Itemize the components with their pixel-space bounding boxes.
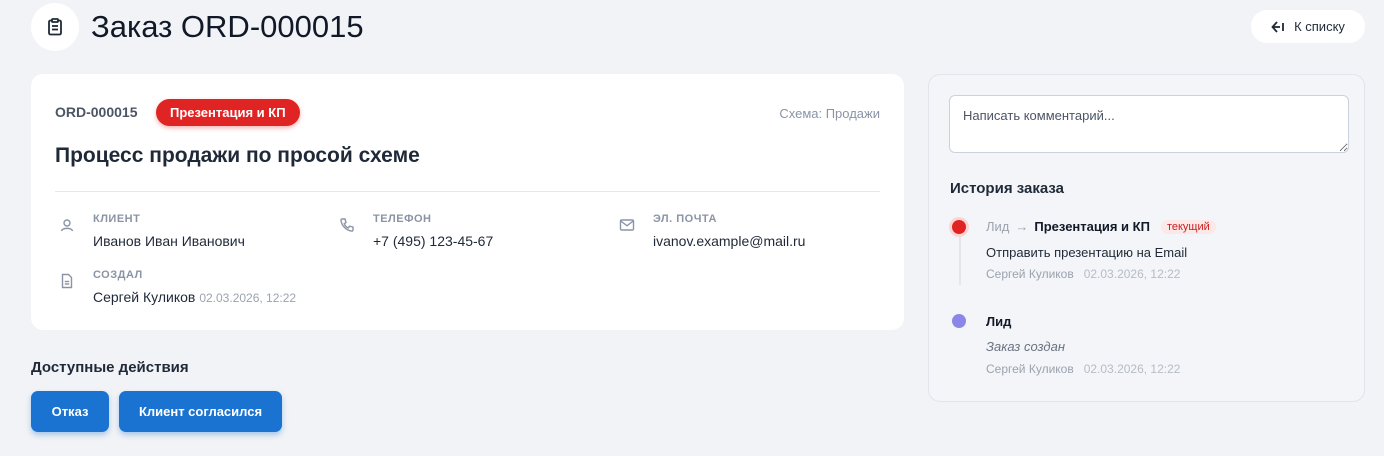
back-button-label: К списку: [1294, 19, 1345, 34]
client-value: Иванов Иван Иванович: [93, 233, 245, 249]
event-from-status: Лид: [986, 219, 1010, 234]
creator-name: Сергей Куликов: [93, 289, 196, 305]
mail-icon: [619, 219, 635, 231]
creator-label: СОЗДАЛ: [93, 269, 143, 281]
current-status-dot: [949, 217, 969, 237]
history-title: История заказа: [950, 180, 1064, 197]
order-card: ORD-000015 Презентация и КП Схема: Прода…: [31, 74, 904, 330]
email-value: ivanov.example@mail.ru: [653, 233, 806, 249]
actions-title: Доступные действия: [31, 359, 189, 376]
page-title: Заказ ORD-000015: [91, 9, 364, 44]
event-text: Отправить презентацию на Email: [986, 245, 1188, 260]
phone-label: ТЕЛЕФОН: [373, 213, 432, 225]
phone-value: +7 (495) 123-45-67: [373, 233, 494, 249]
comment-input[interactable]: [949, 95, 1349, 153]
lead-status-dot: [952, 314, 966, 328]
event-author: Сергей Куликов: [986, 267, 1074, 281]
client-label: КЛИЕНТ: [93, 213, 141, 225]
event-meta: Сергей Куликов 02.03.2026, 12:22: [986, 362, 1180, 376]
event-date: 02.03.2026, 12:22: [1083, 267, 1181, 281]
reject-button[interactable]: Отказ: [31, 391, 109, 432]
event-header: Лид → Презентация и КП текущий: [986, 219, 1216, 234]
creator-value: Сергей Куликов 02.03.2026, 12:22: [93, 289, 296, 305]
event-to-status: Презентация и КП: [1034, 219, 1150, 234]
event-meta: Сергей Куликов 02.03.2026, 12:22: [986, 267, 1180, 281]
status-badge: Презентация и КП: [156, 99, 300, 126]
event-header: Лид: [986, 314, 1011, 329]
scheme-label: Схема: Продажи: [779, 106, 880, 121]
timeline-line: [959, 233, 961, 285]
event-to-status: Лид: [986, 314, 1012, 329]
history-panel: История заказа Лид → Презентация и КП те…: [928, 74, 1365, 402]
back-to-list-button[interactable]: К списку: [1251, 10, 1365, 43]
event-date: 02.03.2026, 12:22: [1083, 362, 1181, 376]
current-badge: текущий: [1160, 219, 1216, 234]
arrow-back-icon: [1271, 20, 1284, 33]
order-title: Процесс продажи по просой схеме: [55, 144, 420, 167]
phone-icon: [340, 218, 354, 232]
creator-timestamp: 02.03.2026, 12:22: [199, 291, 297, 305]
order-id: ORD-000015: [55, 104, 138, 120]
event-author: Сергей Куликов: [986, 362, 1074, 376]
divider: [55, 191, 880, 192]
clipboard-icon: [31, 3, 79, 51]
client-agreed-button[interactable]: Клиент согласился: [119, 391, 282, 432]
user-icon: [60, 219, 74, 232]
arrow-right-icon: →: [1015, 219, 1029, 234]
document-icon: [61, 273, 73, 289]
email-label: ЭЛ. ПОЧТА: [653, 213, 717, 225]
event-text: Заказ создан: [986, 339, 1065, 354]
